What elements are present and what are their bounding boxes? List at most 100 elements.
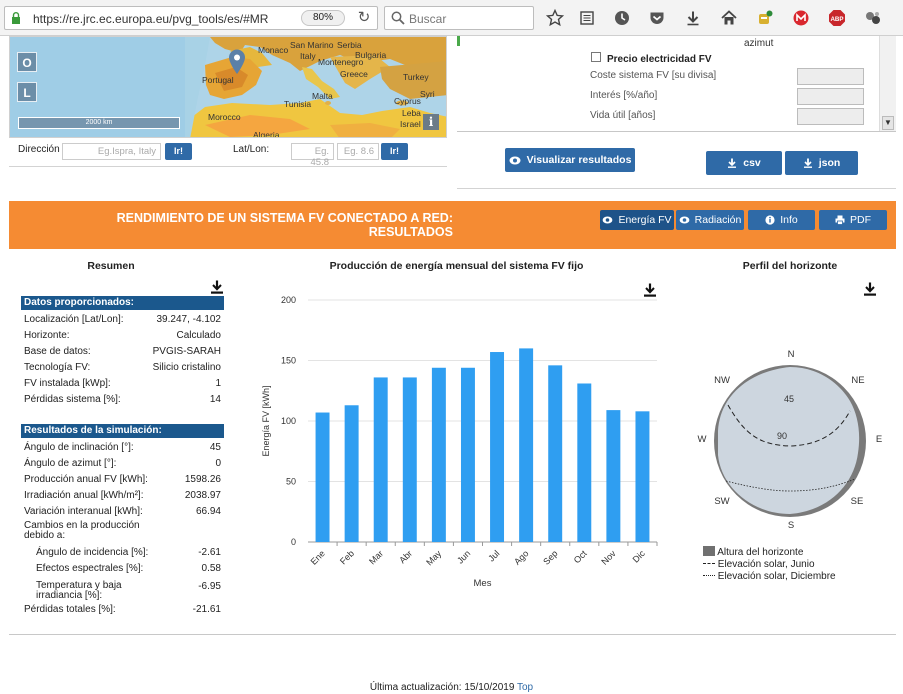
csv-download-button[interactable]: csv: [706, 151, 782, 175]
bar: [460, 367, 475, 542]
scroll-down-icon[interactable]: ▼: [882, 116, 894, 130]
legend-label: Elevación solar, Junio: [717, 559, 815, 570]
price-checkbox[interactable]: [591, 52, 601, 62]
tab-energy-pv[interactable]: Energía FV: [600, 210, 674, 230]
legend-label: Elevación solar, Diciembre: [717, 571, 836, 582]
compass-n: N: [788, 349, 795, 360]
x-tick-label: Mar: [367, 548, 385, 566]
x-tick-label: Abr: [397, 548, 414, 565]
json-download-button[interactable]: json: [785, 151, 858, 175]
provided-data-header: Datos proporcionados:: [21, 296, 224, 310]
extension-dots-icon[interactable]: [863, 8, 883, 28]
summary-row: Temperatura y baja irradiancia [%]: -6.95: [36, 581, 221, 601]
compass-w: W: [698, 434, 707, 445]
interest-input[interactable]: [797, 88, 864, 105]
row-key: Horizonte:: [24, 330, 70, 341]
bar: [548, 365, 563, 542]
map-label: Portugal: [202, 75, 234, 85]
lock-icon: [12, 12, 20, 24]
compass-nw: NW: [714, 375, 730, 386]
summary-row: Efectos espectrales [%]: 0.58: [36, 563, 221, 579]
zoom-level-badge[interactable]: 80%: [301, 10, 345, 26]
compass-sw: SW: [714, 496, 729, 507]
x-tick-label: Sep: [541, 548, 559, 566]
legend-june: Elevación solar, Junio: [703, 559, 815, 571]
address-go-button[interactable]: Ir!: [165, 143, 192, 160]
map-layer-o-button[interactable]: O: [17, 52, 37, 72]
top-link[interactable]: Top: [517, 682, 533, 693]
visualize-results-button[interactable]: Visualizar resultados: [505, 148, 635, 172]
address-input[interactable]: Eg.Ispra, Italy: [62, 143, 161, 160]
results-title: RENDIMIENTO DE UN SISTEMA FV CONECTADO A…: [9, 211, 453, 239]
price-checkbox-label: Precio electricidad FV: [607, 54, 712, 65]
row-value: -21.61: [192, 604, 221, 615]
bar: [519, 348, 534, 542]
eye-icon: [679, 216, 690, 224]
eye-icon: [603, 216, 613, 224]
row-key: Base de datos:: [24, 346, 91, 357]
cost-input[interactable]: [797, 68, 864, 85]
mega-extension-icon[interactable]: [791, 8, 811, 28]
latlon-go-button[interactable]: Ir!: [381, 143, 408, 160]
search-placeholder: Buscar: [409, 12, 447, 26]
x-tick-label: Nov: [599, 548, 618, 567]
cost-label: Coste sistema FV [su divisa]: [590, 70, 717, 81]
summary-row: Horizonte: Calculado: [24, 330, 221, 346]
x-tick-label: Ene: [309, 548, 327, 566]
download-icon[interactable]: [210, 280, 224, 294]
search-input[interactable]: Buscar: [384, 6, 534, 30]
tab-radiation[interactable]: Radiación: [676, 210, 744, 230]
bar: [635, 411, 650, 542]
map-scale-bar: 2000 km: [18, 117, 180, 129]
summary-row: Base de datos: PVGIS-SARAH: [24, 346, 221, 362]
longitude-input[interactable]: Eg. 8.6: [337, 143, 379, 160]
row-key: Efectos espectrales [%]:: [36, 563, 144, 574]
bar: [373, 377, 388, 542]
home-icon[interactable]: [719, 8, 739, 28]
panel-scrollbar[interactable]: ▼: [879, 36, 896, 131]
summary-row: Irradiación anual [kWh/m²]: 2038.97: [24, 490, 221, 506]
bar: [431, 367, 446, 542]
bar: [577, 383, 592, 542]
extension-cup-icon[interactable]: [755, 8, 775, 28]
row-value: 45: [209, 442, 221, 453]
url-text: https://re.jrc.ec.europa.eu/pvg_tools/es…: [33, 12, 269, 26]
row-key: Producción anual FV [kWh]:: [24, 474, 148, 485]
download-icon[interactable]: [683, 8, 703, 28]
row-value: -2.61: [198, 547, 221, 558]
ring-label: 45: [784, 394, 794, 404]
horizon-title: Perfil del horizonte: [742, 260, 838, 272]
map-layer-l-button[interactable]: L: [17, 82, 37, 102]
map-info-icon[interactable]: i: [423, 114, 439, 130]
tab-info[interactable]: Info: [748, 210, 815, 230]
url-bar[interactable]: https://re.jrc.ec.europa.eu/pvg_tools/es…: [4, 6, 378, 30]
adblock-icon[interactable]: ABP: [827, 8, 847, 28]
tab-pdf-label: PDF: [850, 214, 871, 226]
eye-icon: [509, 156, 521, 164]
map-label: Israel: [400, 119, 421, 129]
csv-label: csv: [743, 157, 761, 169]
download-icon[interactable]: [863, 282, 877, 296]
reload-icon[interactable]: ↻: [355, 9, 373, 27]
map-label: Monaco: [258, 45, 289, 55]
history-icon[interactable]: [612, 8, 632, 28]
summary-row: Ángulo de incidencia [%]: -2.61: [36, 547, 221, 563]
map-marker-icon[interactable]: [228, 49, 246, 75]
location-map[interactable]: O L Monaco San Marino Serbia Bulgaria It…: [9, 36, 447, 138]
y-tick-label: 100: [281, 416, 296, 426]
latitude-input[interactable]: Eg. 45.8: [291, 143, 334, 168]
compass-s: S: [788, 520, 794, 531]
bookmark-star-icon[interactable]: [545, 8, 565, 28]
row-value: 2038.97: [184, 490, 221, 501]
pocket-icon[interactable]: [647, 8, 667, 28]
reading-list-icon[interactable]: [577, 8, 597, 28]
summary-row: Tecnología FV: Silicio cristalino: [24, 362, 221, 378]
row-key: Ángulo de inclinación [°]:: [24, 442, 134, 453]
map-label: Italy: [300, 51, 316, 61]
tab-pdf[interactable]: PDF: [819, 210, 887, 230]
lifetime-input[interactable]: [797, 108, 864, 125]
x-tick-label: Oct: [572, 548, 589, 565]
row-key: Temperatura y baja irradiancia [%]:: [36, 580, 122, 601]
legend-swatch: [703, 546, 715, 556]
x-tick-label: Jun: [455, 548, 472, 565]
